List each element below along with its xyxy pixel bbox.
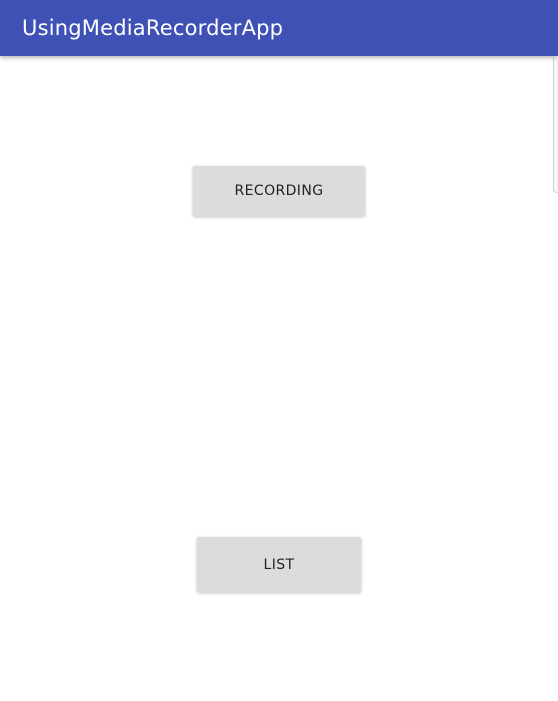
app-title: UsingMediaRecorderApp <box>22 16 284 40</box>
app-screen: UsingMediaRecorderApp RECORDING LIST <box>0 0 558 701</box>
scrollbar[interactable] <box>553 58 558 193</box>
app-bar: UsingMediaRecorderApp <box>0 0 558 56</box>
recording-button[interactable]: RECORDING <box>193 166 365 216</box>
list-button[interactable]: LIST <box>197 537 361 592</box>
recording-button-label: RECORDING <box>234 183 324 199</box>
list-button-label: LIST <box>263 556 295 573</box>
